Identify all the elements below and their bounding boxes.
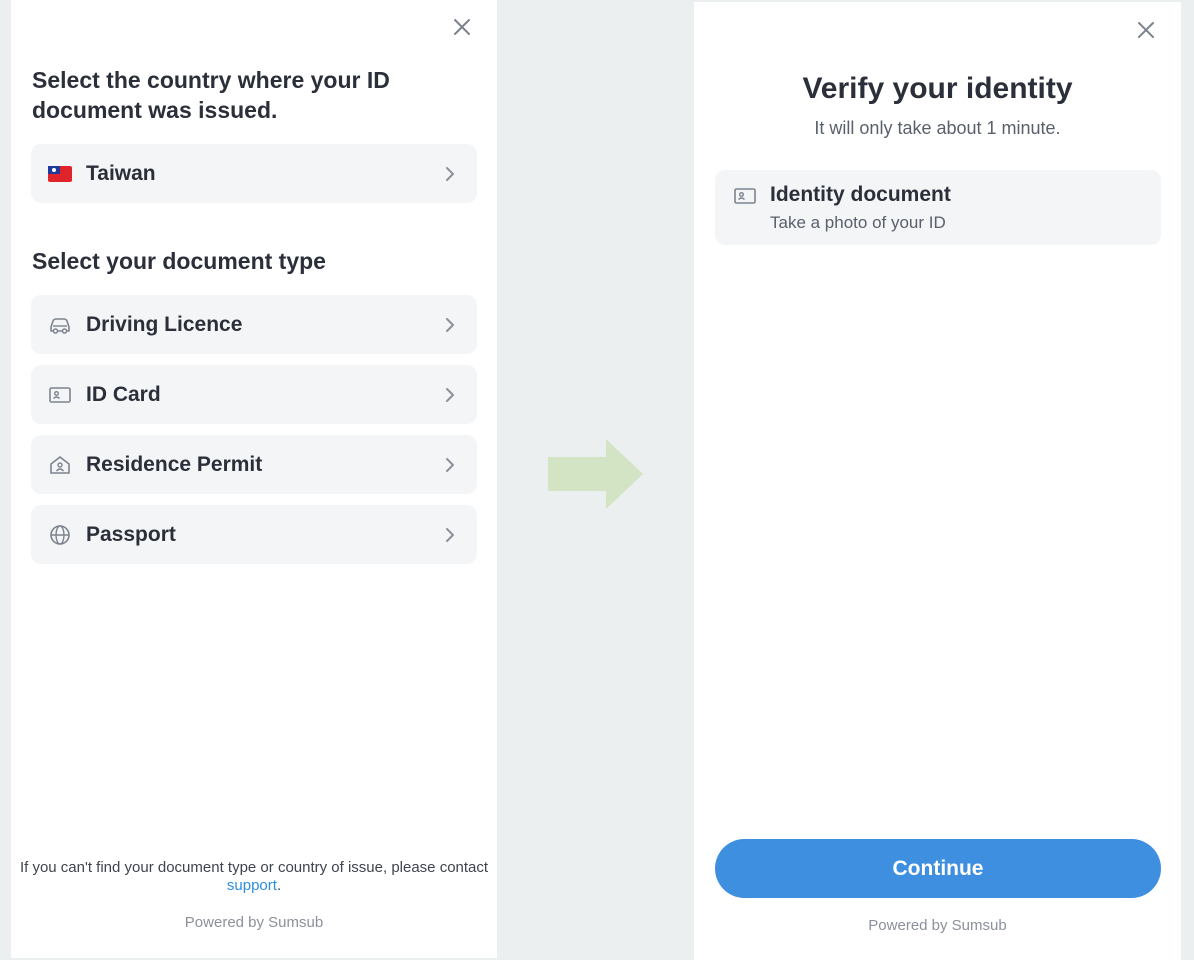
close-icon <box>454 19 470 35</box>
doctype-label: ID Card <box>86 382 161 406</box>
chevron-right-icon <box>443 526 457 544</box>
help-note: If you can't find your document type or … <box>11 859 497 895</box>
arrow-right-icon <box>548 439 643 509</box>
help-period: . <box>276 877 282 894</box>
chevron-right-icon <box>443 165 457 183</box>
doctype-label: Driving Licence <box>86 312 243 336</box>
verify-identity-panel: Verify your identity It will only take a… <box>694 2 1181 960</box>
doctype-passport[interactable]: Passport <box>31 505 477 564</box>
stage: Select the country where your ID documen… <box>0 0 1194 960</box>
car-icon <box>47 313 73 337</box>
globe-icon <box>47 523 73 547</box>
help-text: If you can't find your document type or … <box>19 859 489 876</box>
support-link[interactable]: support <box>227 877 277 894</box>
doctype-label: Passport <box>86 522 176 546</box>
powered-by: Powered by Sumsub <box>184 914 324 931</box>
page-title: Verify your identity <box>802 72 1073 105</box>
doctype-residence-permit[interactable]: Residence Permit <box>31 435 477 494</box>
continue-button[interactable]: Continue <box>715 839 1161 898</box>
close-icon <box>1138 22 1154 38</box>
doctype-driving-licence[interactable]: Driving Licence <box>31 295 477 354</box>
close-button[interactable] <box>1134 18 1158 42</box>
country-section-title: Select the country where your ID documen… <box>32 67 390 123</box>
chevron-right-icon <box>443 456 457 474</box>
country-label: Taiwan <box>86 161 156 185</box>
id-card-icon <box>733 185 757 207</box>
chevron-right-icon <box>443 386 457 404</box>
id-card-icon <box>47 383 73 407</box>
chevron-right-icon <box>443 316 457 334</box>
close-button[interactable] <box>450 15 474 39</box>
country-selector[interactable]: Taiwan <box>31 144 477 203</box>
step-subtitle: Take a photo of your ID <box>770 213 946 232</box>
doctype-id-card[interactable]: ID Card <box>31 365 477 424</box>
house-person-icon <box>47 453 73 477</box>
doctype-label: Residence Permit <box>86 452 263 476</box>
document-selection-panel: Select the country where your ID documen… <box>11 0 497 958</box>
doctype-section-title: Select your document type <box>32 248 326 274</box>
step-title: Identity document <box>770 183 951 206</box>
powered-by: Powered by Sumsub <box>868 917 1007 934</box>
identity-document-step[interactable]: Identity document Take a photo of your I… <box>715 170 1161 245</box>
taiwan-flag-icon <box>47 162 73 186</box>
page-subtitle: It will only take about 1 minute. <box>814 118 1061 138</box>
